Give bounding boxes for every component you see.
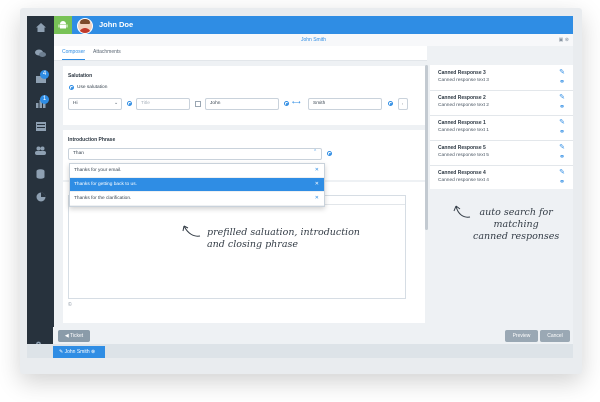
composer-footer (53, 327, 573, 344)
open-tabs-bar (27, 344, 573, 358)
title-placeholder: Title (141, 101, 150, 106)
first-name-value: John (210, 101, 221, 106)
home-icon[interactable] (33, 23, 48, 35)
link-icon[interactable]: ⚭ (559, 78, 565, 86)
salutation-label: Salutation (68, 73, 93, 79)
close-icon[interactable]: ⊗ (565, 37, 569, 43)
composer-tabs: Composer Attachments (54, 46, 427, 61)
ticket-button[interactable]: ◀ Ticket (58, 330, 90, 342)
intro-option[interactable]: Thanks for your email. ✕ (70, 164, 324, 178)
reports-badge: 1 (40, 95, 49, 104)
chat-icon[interactable] (33, 49, 48, 61)
annotation-right: auto search for matching canned response… (473, 207, 560, 242)
use-salutation-radio[interactable] (69, 85, 74, 90)
link-icon[interactable]: ⚭ (559, 128, 565, 136)
canned-response-item[interactable]: Canned Response 5 Canned response text 5… (430, 140, 573, 166)
last-name-value: Smith (313, 101, 326, 106)
title-select[interactable]: Title (136, 98, 190, 110)
tickets-badge: 4 (40, 70, 49, 79)
canned-response-text: Canned response text 4 (438, 178, 489, 183)
intro-option-selected[interactable]: Thanks for getting back to us. ✕ (70, 178, 324, 192)
trailing-punctuation-value: , (402, 101, 404, 106)
introduction-radio[interactable] (327, 151, 332, 156)
ticket-subheader: John Smith ▣ ⊗ (54, 34, 573, 46)
pie-chart-icon[interactable] (33, 192, 48, 204)
remove-icon[interactable]: ✕ (315, 178, 319, 191)
intro-option[interactable]: Thanks for the clarification. ✕ (70, 192, 324, 206)
tab-composer[interactable]: Composer (62, 46, 86, 60)
edit-icon[interactable]: ✎ (559, 68, 565, 76)
close-tab-icon[interactable]: ⊗ (90, 349, 95, 355)
greeting-radio[interactable] (127, 101, 132, 106)
canned-responses-panel: Canned Response 3 Canned response text 3… (430, 65, 573, 189)
canned-response-item[interactable]: Canned Response 4 Canned response text 4… (430, 165, 573, 190)
tab-attachments[interactable]: Attachments (93, 46, 121, 59)
cancel-button[interactable]: Cancel (540, 330, 570, 342)
chevron-down-icon: ⌄ (114, 100, 119, 106)
database-icon[interactable] (33, 169, 48, 181)
window-controls: ▣ ⊗ (559, 37, 569, 43)
introduction-value: Than (73, 151, 84, 156)
introduction-input[interactable]: Than (68, 148, 322, 160)
first-name-radio[interactable] (284, 101, 289, 106)
intro-option-label: Thanks for getting back to us. (74, 182, 137, 187)
annotation-center: prefilled saluation, introduction and cl… (207, 227, 360, 250)
minimize-icon[interactable]: ▣ (559, 37, 564, 43)
ticket-contact-name: John Smith (300, 37, 326, 43)
use-salutation-label: Use salutation (77, 85, 108, 90)
trailing-punctuation-field[interactable]: , (398, 98, 408, 110)
last-name-field[interactable]: Smith (308, 98, 382, 110)
chevron-up-icon: ⌃ (313, 149, 318, 155)
canned-response-item[interactable]: Canned Response 1 Canned response text 1… (430, 115, 573, 141)
annotation-arrow-center (182, 225, 201, 237)
ticket-button-label: Ticket (70, 333, 84, 339)
customer-avatar (77, 18, 93, 34)
introduction-label: Introduction Phrase (68, 137, 116, 143)
greeting-value: Hi (73, 101, 78, 106)
customer-name: John Doe (99, 20, 134, 29)
canned-response-title: Canned Response 5 (438, 145, 486, 151)
canned-response-item[interactable]: Canned Response 3 Canned response text 3… (430, 65, 573, 91)
canned-response-title: Canned Response 2 (438, 95, 486, 101)
android-icon[interactable] (54, 16, 72, 34)
last-name-radio[interactable] (388, 101, 393, 106)
edit-icon[interactable]: ✎ (559, 118, 565, 126)
link-icon[interactable]: ⚭ (559, 103, 565, 111)
edit-icon[interactable]: ✎ (559, 143, 565, 151)
intro-option-label: Thanks for the clarification. (74, 196, 132, 201)
editor-scrollbar[interactable] (425, 65, 428, 230)
open-ticket-tab[interactable]: ✎ John Smith ⊗ (53, 346, 105, 358)
edit-icon[interactable]: ✎ (559, 93, 565, 101)
preview-button[interactable]: Preview (505, 330, 538, 342)
canned-response-text: Canned response text 5 (438, 153, 489, 158)
canned-response-title: Canned Response 4 (438, 170, 486, 176)
swap-icon[interactable]: ⟷ (292, 99, 301, 106)
introduction-dropdown: Thanks for your email. ✕ Thanks for getti… (69, 163, 325, 207)
canned-response-title: Canned Response 1 (438, 120, 486, 126)
salutation-card: Salutation Use salutation Hi ⌄ Title Joh… (63, 66, 425, 125)
remove-icon[interactable]: ✕ (315, 192, 319, 205)
canned-response-item[interactable]: Canned Response 2 Canned response text 2… (430, 90, 573, 116)
link-icon[interactable]: ⚭ (559, 153, 565, 161)
editor-footer-mark: © (68, 302, 72, 308)
users-icon[interactable] (33, 146, 48, 158)
link-icon[interactable]: ⚭ (559, 178, 565, 186)
edit-icon[interactable]: ✎ (559, 168, 565, 176)
canned-response-title: Canned Response 3 (438, 70, 486, 76)
canned-response-text: Canned response text 2 (438, 103, 489, 108)
annotation-arrow-right (453, 205, 471, 218)
remove-icon[interactable]: ✕ (315, 164, 319, 177)
first-name-field[interactable]: John (205, 98, 279, 110)
canned-response-text: Canned response text 1 (438, 128, 489, 133)
canned-response-text: Canned response text 3 (438, 78, 489, 83)
left-rail: 4 1 (27, 16, 54, 358)
list-icon[interactable] (33, 122, 48, 134)
open-ticket-tab-label: John Smith (64, 349, 90, 355)
intro-option-label: Thanks for your email. (74, 168, 122, 173)
title-checkbox[interactable] (195, 101, 201, 107)
